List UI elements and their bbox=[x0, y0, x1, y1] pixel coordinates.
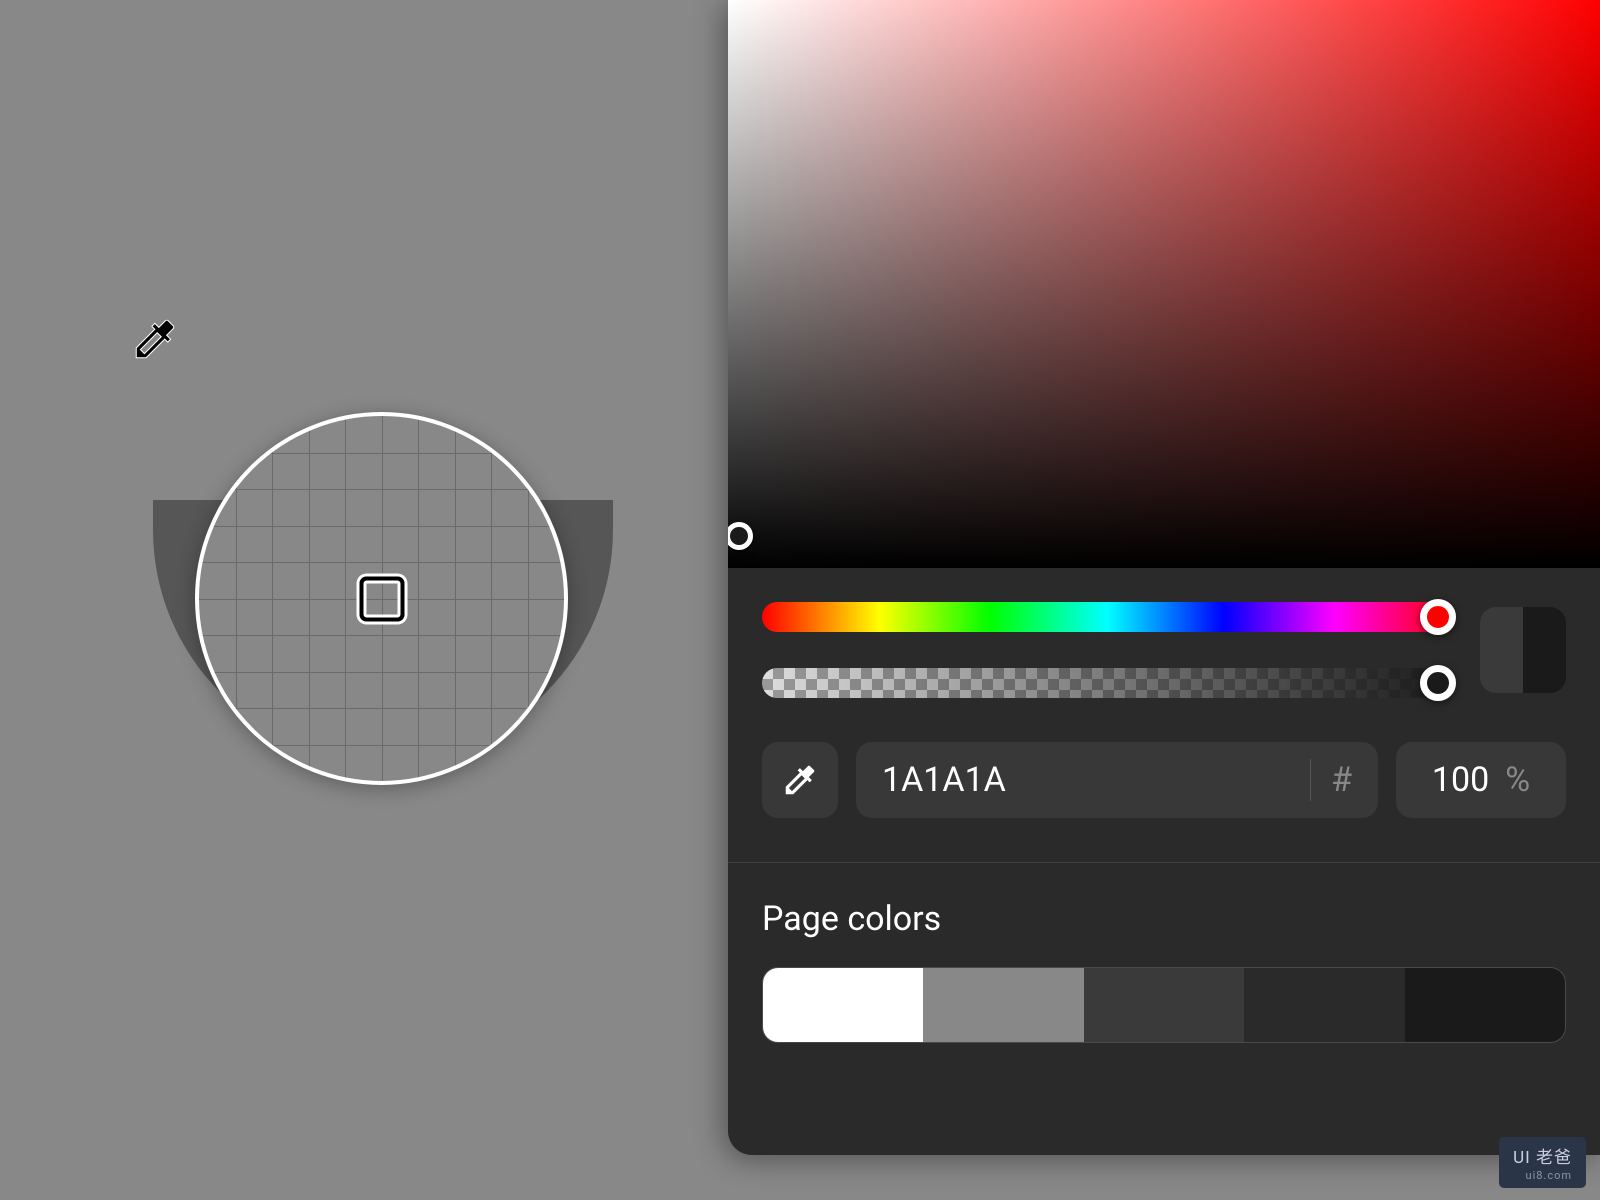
hex-input-field[interactable]: 1A1A1A # bbox=[856, 742, 1378, 818]
eyedropper-cursor-icon bbox=[130, 314, 180, 364]
hex-divider bbox=[1310, 759, 1311, 801]
watermark-badge: UI 老爸 ui8.com bbox=[1499, 1137, 1586, 1188]
watermark-main-text: UI 老爸 bbox=[1513, 1143, 1572, 1168]
hue-slider[interactable] bbox=[762, 602, 1452, 632]
page-colors-swatches bbox=[762, 967, 1566, 1043]
color-input-row: 1A1A1A # 100 % bbox=[728, 698, 1600, 863]
saturation-value-handle[interactable] bbox=[728, 522, 753, 550]
color-sliders-section bbox=[728, 568, 1600, 698]
hue-slider-handle[interactable] bbox=[1420, 599, 1456, 635]
page-color-swatch-1[interactable] bbox=[923, 968, 1083, 1042]
hex-value-text: 1A1A1A bbox=[882, 760, 1310, 800]
page-color-swatch-3[interactable] bbox=[1244, 968, 1404, 1042]
opacity-unit-label: % bbox=[1505, 760, 1530, 800]
eyedropper-icon bbox=[781, 761, 819, 799]
alpha-slider-handle[interactable] bbox=[1420, 665, 1456, 701]
color-picker-panel: 1A1A1A # 100 % Page colors bbox=[728, 0, 1600, 1155]
alpha-slider[interactable] bbox=[762, 668, 1452, 698]
hex-format-label: # bbox=[1331, 760, 1352, 800]
page-color-swatch-0[interactable] bbox=[763, 968, 923, 1042]
page-colors-section: Page colors bbox=[728, 863, 1600, 1079]
saturation-value-area[interactable] bbox=[728, 0, 1600, 568]
watermark-sub-text: ui8.com bbox=[1513, 1169, 1572, 1182]
color-magnifier-loupe[interactable] bbox=[195, 412, 568, 785]
magnifier-center-pixel bbox=[359, 576, 404, 621]
page-color-swatch-2[interactable] bbox=[1084, 968, 1244, 1042]
page-colors-title: Page colors bbox=[762, 899, 1566, 939]
opacity-input-field[interactable]: 100 % bbox=[1396, 742, 1566, 818]
color-preview-new bbox=[1523, 607, 1566, 693]
color-preview-old bbox=[1480, 607, 1523, 693]
page-color-swatch-4[interactable] bbox=[1405, 968, 1565, 1042]
opacity-value-text: 100 bbox=[1432, 760, 1489, 800]
color-preview-swatch bbox=[1480, 607, 1566, 693]
eyedropper-button[interactable] bbox=[762, 742, 838, 818]
